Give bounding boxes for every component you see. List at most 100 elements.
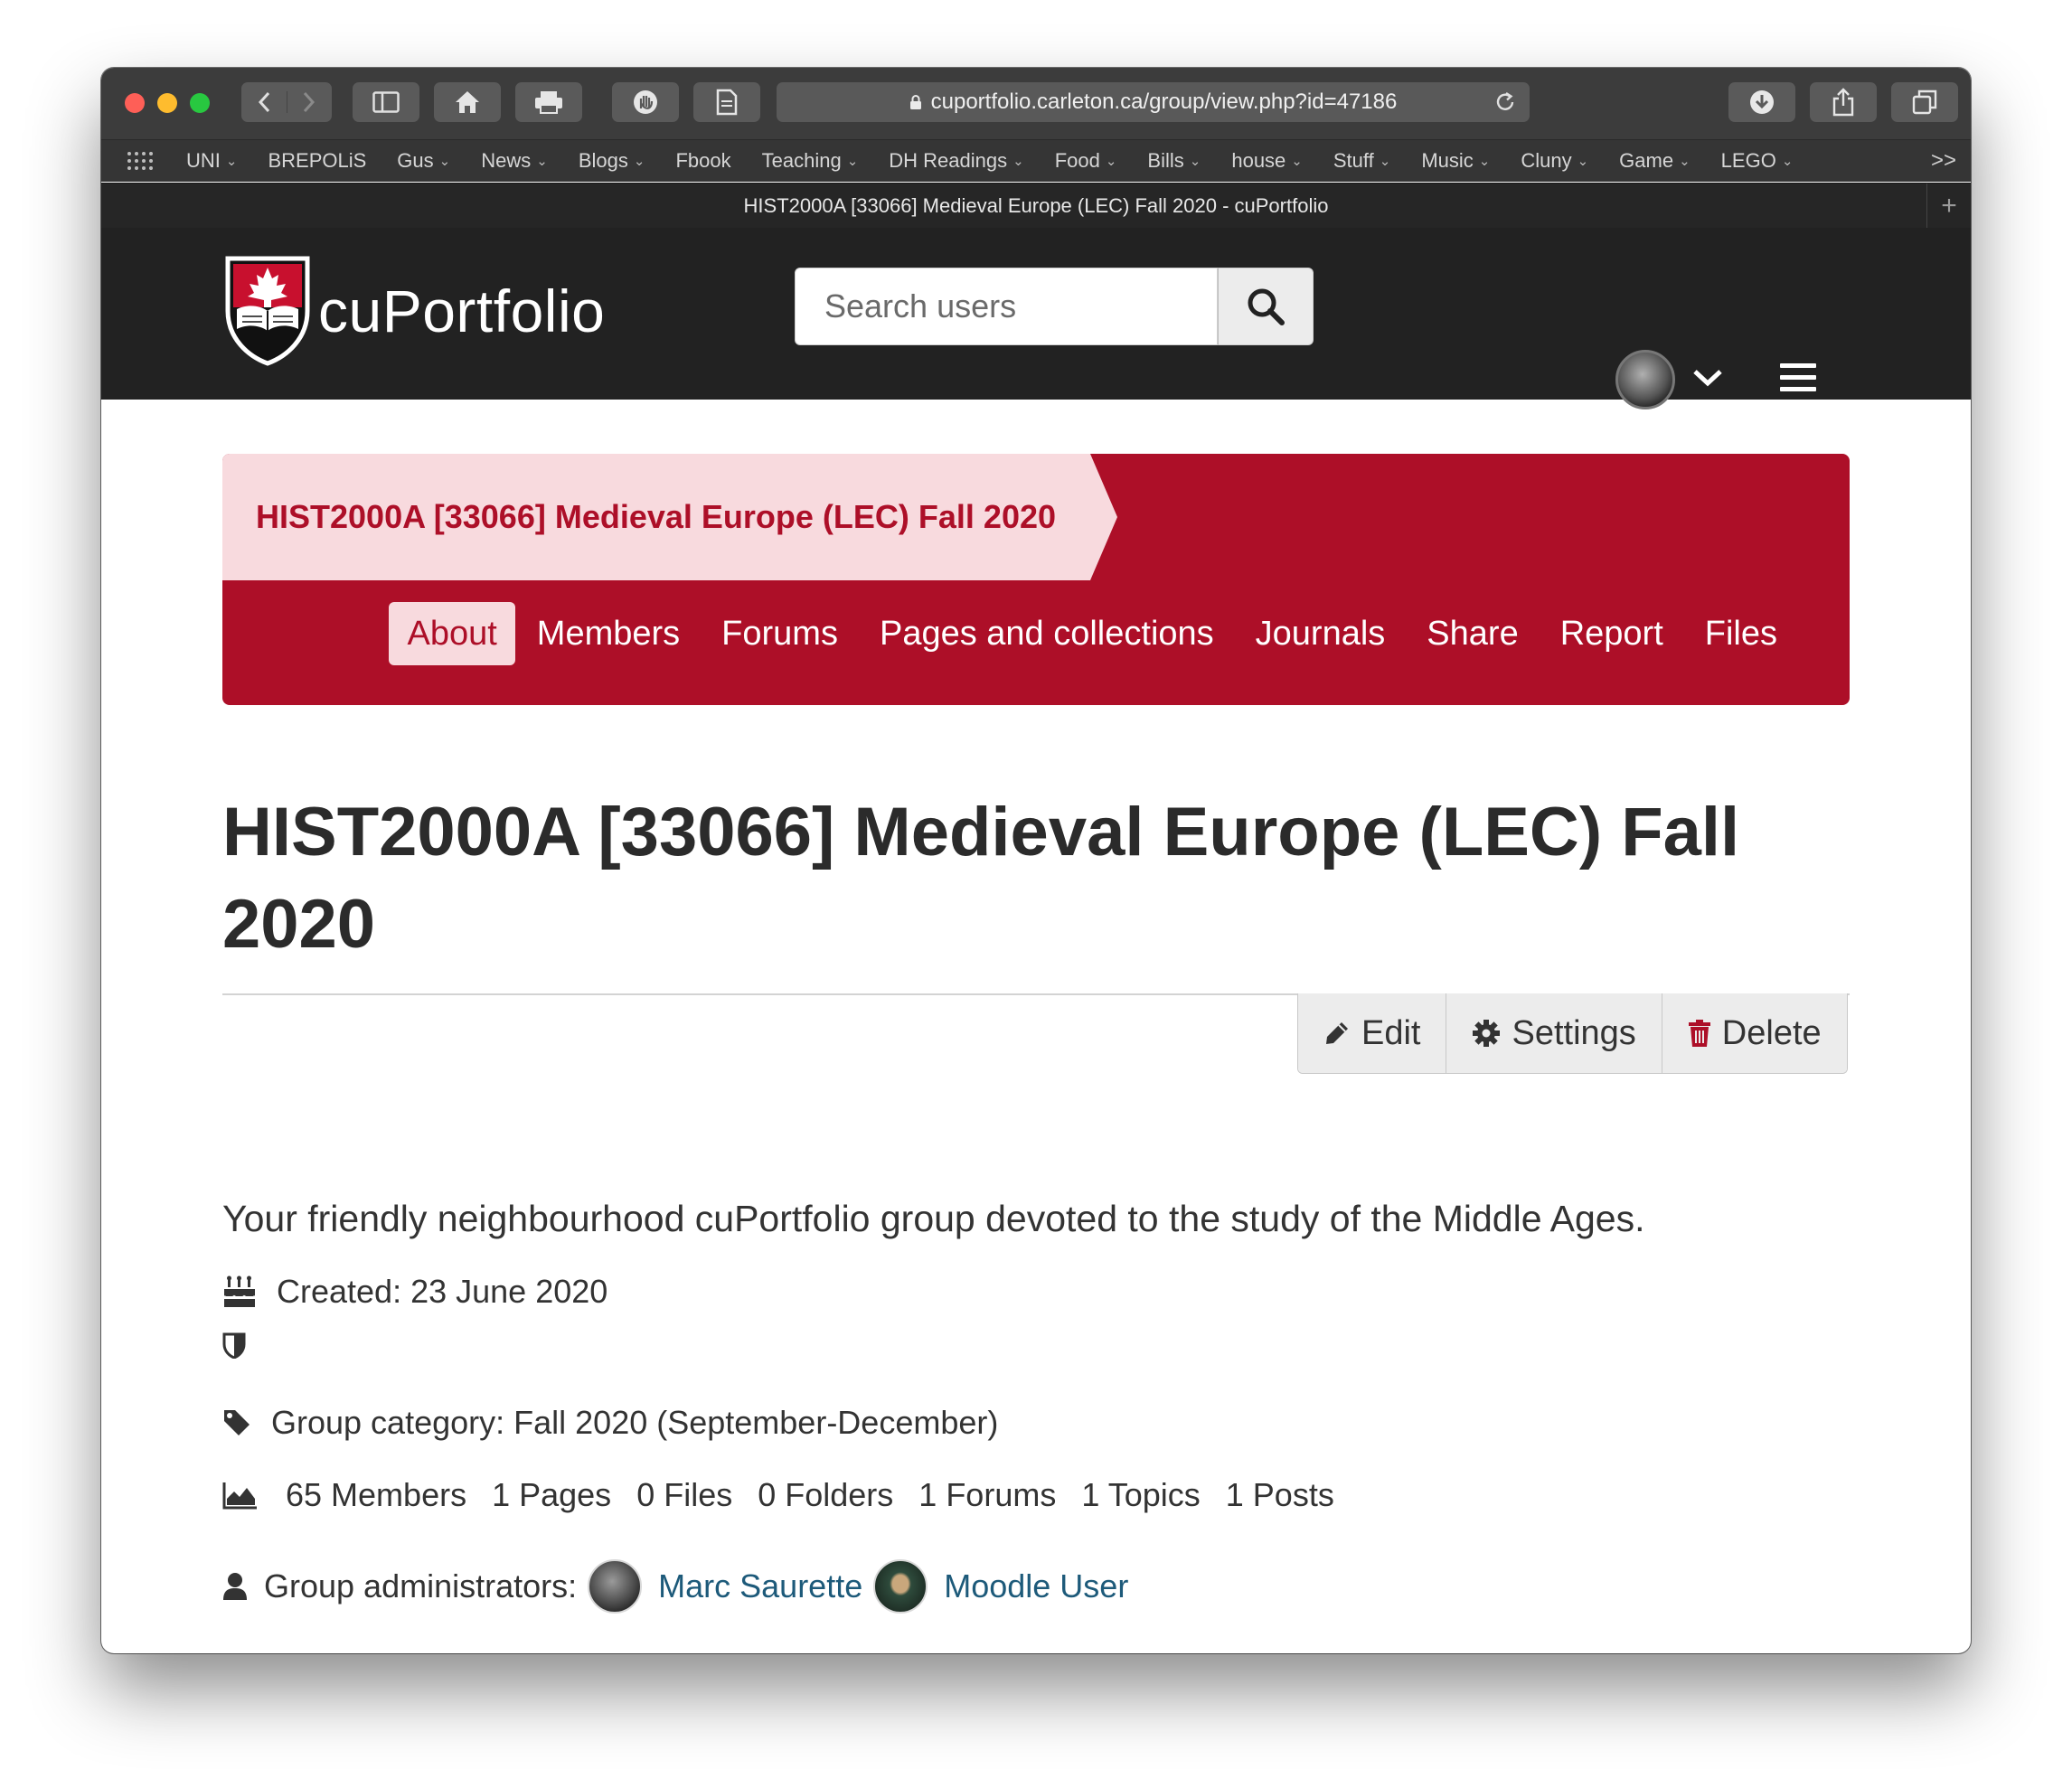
- admin-link-marc[interactable]: Marc Saurette: [658, 1567, 862, 1605]
- bookmark-label: DH Readings: [889, 149, 1008, 172]
- tab-members[interactable]: Members: [517, 602, 700, 665]
- delete-label: Delete: [1721, 1013, 1822, 1052]
- print-icon[interactable]: [515, 82, 582, 122]
- bookmark-item[interactable]: Bills ⌄: [1147, 149, 1201, 173]
- bookmark-item[interactable]: Teaching ⌄: [762, 149, 859, 173]
- page-title: HIST2000A [33066] Medieval Europe (LEC) …: [222, 794, 1740, 963]
- bookmark-item[interactable]: Fbook: [675, 149, 730, 173]
- search-users-input[interactable]: [823, 287, 1188, 326]
- browser-toolbar: cuportfolio.carleton.ca/group/view.php?i…: [101, 68, 1971, 140]
- admin-avatar-marc[interactable]: [588, 1559, 643, 1614]
- search-button[interactable]: [1218, 268, 1314, 345]
- shield-icon: [222, 1332, 246, 1359]
- bookmark-item[interactable]: Food ⌄: [1055, 149, 1117, 173]
- bookmark-label: UNI: [186, 149, 221, 172]
- bookmark-item[interactable]: Music ⌄: [1421, 149, 1490, 173]
- chevron-down-icon: ⌄: [1781, 154, 1794, 169]
- bookmark-item[interactable]: UNI ⌄: [186, 149, 237, 173]
- bookmark-label: Cluny: [1521, 149, 1572, 172]
- bookmark-label: BREPOLiS: [268, 149, 367, 172]
- minimize-window-button[interactable]: [157, 93, 177, 113]
- chevron-down-icon: ⌄: [536, 154, 548, 169]
- delete-button[interactable]: Delete: [1662, 993, 1847, 1073]
- tab-about[interactable]: About: [389, 602, 515, 665]
- back-forward-group: [241, 82, 332, 122]
- stat-item: 65 Members: [286, 1476, 467, 1513]
- chevron-down-icon: ⌄: [225, 154, 238, 169]
- tab-journals[interactable]: Journals: [1236, 602, 1406, 665]
- bookmark-label: Fbook: [675, 149, 731, 172]
- forward-icon[interactable]: [287, 91, 333, 113]
- search-field[interactable]: [795, 268, 1218, 345]
- area-chart-icon: [222, 1481, 259, 1510]
- lock-icon: [909, 95, 921, 109]
- bookmark-item[interactable]: Stuff ⌄: [1333, 149, 1390, 173]
- bookmark-item[interactable]: house ⌄: [1231, 149, 1303, 173]
- admin-avatar-moodle[interactable]: [873, 1559, 928, 1614]
- created-date: Created: 23 June 2020: [277, 1273, 608, 1310]
- tabs-overview-icon[interactable]: [1891, 82, 1958, 122]
- site-logo[interactable]: cuPortfolio: [224, 255, 605, 367]
- bookmark-item[interactable]: Cluny ⌄: [1521, 149, 1588, 173]
- bookmarks-bar: UNI ⌄ BREPOLiS Gus ⌄ News ⌄ Blogs ⌄ Fbook Teaching…: [101, 140, 1971, 182]
- tab-files[interactable]: Files: [1685, 602, 1797, 665]
- reader-icon[interactable]: [693, 82, 760, 122]
- bookmark-item[interactable]: News ⌄: [481, 149, 548, 173]
- bookmark-item[interactable]: Game ⌄: [1619, 149, 1691, 173]
- group-actions: Edit Settings Delete: [1297, 993, 1848, 1074]
- chevron-down-icon: ⌄: [1012, 154, 1024, 169]
- tab-report[interactable]: Report: [1540, 602, 1683, 665]
- admin-link-moodle[interactable]: Moodle User: [944, 1567, 1128, 1605]
- user-avatar[interactable]: [1615, 350, 1675, 409]
- home-icon[interactable]: [434, 82, 501, 122]
- settings-button[interactable]: Settings: [1446, 993, 1662, 1073]
- settings-label: Settings: [1512, 1013, 1636, 1052]
- group-nav: About Members Forums Pages and collections J…: [222, 602, 1850, 665]
- bookmark-list: UNI ⌄ BREPOLiS Gus ⌄ News ⌄ Blogs ⌄ Fbook Teaching…: [186, 149, 1823, 173]
- address-bar[interactable]: cuportfolio.carleton.ca/group/view.php?i…: [777, 82, 1530, 122]
- more-bookmarks-button[interactable]: >>: [1931, 148, 1956, 174]
- stat-item: 1 Forums: [918, 1476, 1057, 1513]
- admins-label: Group administrators:: [264, 1567, 578, 1604]
- chevron-down-icon: ⌄: [1478, 154, 1491, 169]
- chevron-down-icon: ⌄: [1105, 154, 1117, 169]
- tab-share[interactable]: Share: [1407, 602, 1538, 665]
- stat-item: 1 Pages: [492, 1476, 612, 1513]
- active-tab-title[interactable]: HIST2000A [33066] Medieval Europe (LEC) …: [744, 194, 1329, 218]
- bookmark-item[interactable]: BREPOLiS: [268, 149, 366, 173]
- stat-item: 1 Topics: [1081, 1476, 1201, 1513]
- chevron-down-icon: ⌄: [1291, 154, 1303, 169]
- edit-button[interactable]: Edit: [1298, 993, 1447, 1073]
- birthday-cake-icon: [222, 1275, 257, 1309]
- bookmark-item[interactable]: LEGO ⌄: [1721, 149, 1794, 173]
- group-banner: HIST2000A [33066] Medieval Europe (LEC) …: [222, 454, 1850, 705]
- zoom-window-button[interactable]: [190, 93, 210, 113]
- apps-grid-icon[interactable]: [127, 151, 154, 171]
- search-icon: [1248, 288, 1285, 325]
- bookmark-label: Game: [1619, 149, 1674, 172]
- bookmark-label: Teaching: [761, 149, 842, 172]
- content-blocker-icon[interactable]: [612, 82, 679, 122]
- pencil-icon: [1326, 1022, 1348, 1044]
- chevron-down-icon: ⌄: [438, 154, 451, 169]
- chevron-down-icon: ⌄: [1189, 154, 1201, 169]
- tab-pages-and-collections[interactable]: Pages and collections: [860, 602, 1234, 665]
- menu-icon[interactable]: [1780, 362, 1816, 394]
- sidebar-icon[interactable]: [353, 82, 419, 122]
- admins-row: Group administrators: Marc Saurette Mood…: [222, 1559, 1128, 1614]
- group-type-row: [222, 1332, 266, 1359]
- close-window-button[interactable]: [125, 93, 145, 113]
- reload-icon[interactable]: [1493, 90, 1517, 114]
- back-icon[interactable]: [241, 91, 287, 113]
- tab-forums[interactable]: Forums: [702, 602, 858, 665]
- chevron-down-icon[interactable]: [1692, 368, 1723, 388]
- group-description: Your friendly neighbourhood cuPortfolio …: [222, 1198, 1645, 1239]
- bookmark-item[interactable]: Gus ⌄: [397, 149, 450, 173]
- bookmark-item[interactable]: DH Readings ⌄: [889, 149, 1023, 173]
- chevron-down-icon: ⌄: [633, 154, 645, 169]
- share-icon[interactable]: [1810, 82, 1877, 122]
- stat-item: 0 Files: [636, 1476, 733, 1513]
- download-icon[interactable]: [1728, 82, 1795, 122]
- bookmark-item[interactable]: Blogs ⌄: [579, 149, 645, 173]
- new-tab-button[interactable]: +: [1926, 184, 1971, 228]
